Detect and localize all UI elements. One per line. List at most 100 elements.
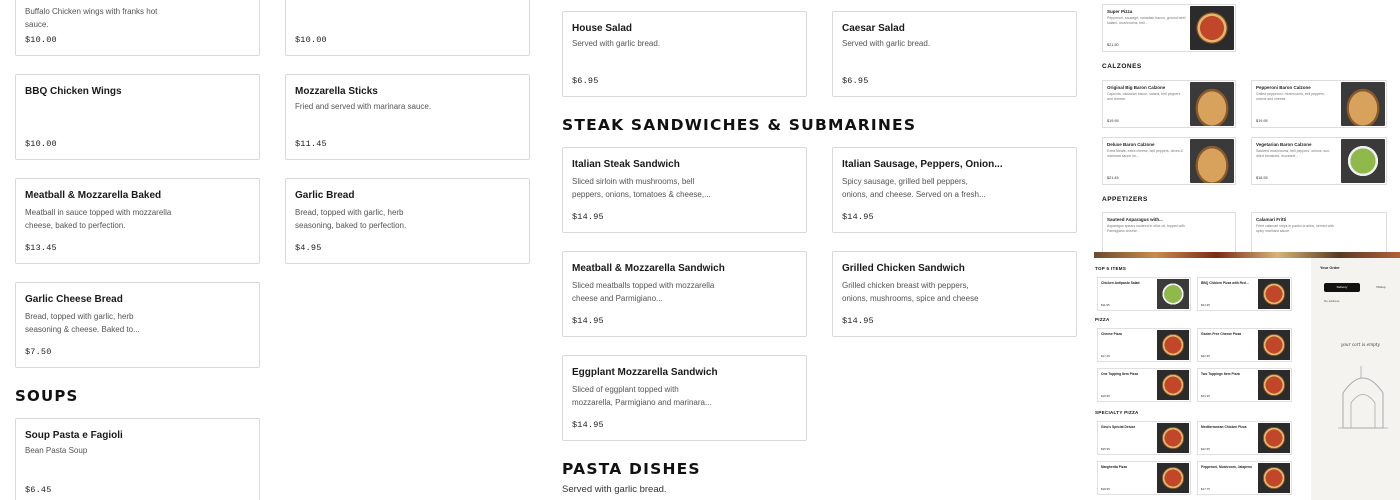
menu-item-card[interactable]: Sauteed Asparagus with... Asparagus spea… bbox=[1102, 212, 1236, 252]
menu-item-card[interactable]: One Topping Item Pizza $18.95 bbox=[1097, 368, 1191, 402]
menu-item-card[interactable]: House Salad Served with garlic bread. $6… bbox=[562, 11, 807, 97]
menu-item-card[interactable]: Mozzarella Sticks Fried and served with … bbox=[285, 74, 530, 160]
item-name: Margherita Pizza bbox=[1101, 465, 1128, 469]
menu-item-card[interactable]: Caesar Salad Served with garlic bread. $… bbox=[832, 11, 1077, 97]
pizza-image bbox=[1157, 370, 1189, 400]
item-name: Vegetarian Baron Calzone bbox=[1256, 142, 1312, 147]
calzone-image bbox=[1341, 82, 1385, 126]
menu-item-card[interactable]: Cheese Pizza $17.45 bbox=[1097, 328, 1191, 362]
item-price: $14.95 bbox=[572, 316, 604, 326]
item-description: Meatball in sauce topped with mozzarella… bbox=[25, 208, 172, 230]
item-price: $22.95 bbox=[1201, 354, 1210, 358]
section-title-pizza: PIZZA bbox=[1095, 317, 1110, 322]
pizza-image bbox=[1258, 463, 1290, 493]
pizza-image bbox=[1258, 370, 1290, 400]
item-description: Buffalo Chicken wings with franks hot sa… bbox=[25, 7, 158, 29]
item-description: Spicy sausage, grilled bell peppers, oni… bbox=[842, 177, 986, 199]
menu-item-card[interactable]: Pepperoni, Mushroom, Jalapeno $17.75 bbox=[1197, 461, 1292, 495]
item-price: $6.95 bbox=[842, 76, 869, 86]
pickup-toggle-button[interactable]: Pickup bbox=[1363, 283, 1399, 292]
menu-item-card[interactable]: Gino's Special Deluxe $25.95 bbox=[1097, 421, 1191, 455]
item-price: $11.45 bbox=[295, 139, 327, 149]
menu-item-card[interactable]: Meatball & Mozzarella Baked Meatball in … bbox=[15, 178, 260, 264]
item-description: Served with garlic bread. bbox=[572, 39, 661, 48]
menu-item-card[interactable]: Mediterranean Chicken Pizza $22.95 bbox=[1197, 421, 1292, 455]
item-price: $4.95 bbox=[295, 243, 322, 253]
menu-item-card[interactable]: Buffalo Chicken wings with franks hot sa… bbox=[15, 0, 260, 56]
menu-item-card[interactable]: Meatball & Mozzarella Sandwich Sliced me… bbox=[562, 251, 807, 337]
menu-item-card[interactable]: Gluten Free Cheese Pizza $22.95 bbox=[1197, 328, 1292, 362]
menu-item-card[interactable]: Two Toppings Item Pizza $21.95 bbox=[1197, 368, 1292, 402]
item-description: Bread, topped with garlic, herb seasonin… bbox=[295, 208, 407, 230]
item-name: Eggplant Mozzarella Sandwich bbox=[572, 367, 718, 378]
item-description: Served with garlic bread. bbox=[842, 39, 931, 48]
salad-image bbox=[1157, 279, 1189, 309]
menu-item-card[interactable]: Eggplant Mozzarella Sandwich Sliced of e… bbox=[562, 355, 807, 441]
item-name: Chicken Antipasto Salad bbox=[1101, 281, 1140, 285]
pizza-oven-illustration bbox=[1338, 366, 1388, 429]
item-price: $13.45 bbox=[25, 243, 57, 253]
item-price: $14.95 bbox=[842, 316, 874, 326]
item-price: $7.50 bbox=[25, 347, 52, 357]
menu-item-card[interactable]: Deluxe Baron Calzone Extra Meats, extra … bbox=[1102, 137, 1236, 185]
item-description: Grilled pepperoni, mushrooms, bell peppe… bbox=[1256, 92, 1325, 101]
item-name: Gino's Special Deluxe bbox=[1101, 425, 1136, 429]
menu-item-card[interactable]: Original Big Baron Calzone Capicola, can… bbox=[1102, 80, 1236, 128]
item-description: Fried calamari strips in panko crumbs, s… bbox=[1256, 224, 1334, 233]
menu-item-card[interactable]: Garlic Bread Bread, topped with garlic, … bbox=[285, 178, 530, 264]
item-description: Bread, topped with garlic, herb seasonin… bbox=[25, 312, 140, 334]
menu-item-card[interactable]: Italian Sausage, Peppers, Onion... Spicy… bbox=[832, 147, 1077, 233]
menu-item-card[interactable]: Vegetarian Baron Calzone Sauteed mushroo… bbox=[1251, 137, 1387, 185]
item-description: Sliced of eggplant topped with mozzarell… bbox=[572, 385, 712, 407]
item-description: Asparagus spears sauteed in olive oil, t… bbox=[1107, 224, 1185, 233]
calzone-image bbox=[1190, 139, 1234, 183]
section-title-pasta-dishes: PASTA DISHES bbox=[562, 460, 701, 478]
menu-item-card[interactable]: $10.00 bbox=[285, 0, 530, 56]
delivery-toggle-button[interactable]: Delivery bbox=[1324, 283, 1360, 292]
item-description: Extra Meats, extra cheese, bell peppers,… bbox=[1107, 149, 1183, 158]
menu-item-card[interactable]: Calamari Fritti Fried calamari strips in… bbox=[1251, 212, 1387, 252]
item-name: Garlic Bread bbox=[295, 190, 355, 201]
item-description: Sliced sirloin with mushrooms, bell pepp… bbox=[572, 177, 711, 199]
menu-item-card[interactable]: Super Pizza Pepperoni, sausage, canadian… bbox=[1102, 4, 1236, 52]
pizza-image bbox=[1157, 463, 1189, 493]
item-description: Pepperoni, sausage, canadian bacon, grou… bbox=[1107, 16, 1187, 25]
item-name: BBQ Chicken Pizza with Red... bbox=[1201, 281, 1249, 285]
order-title: Your Order bbox=[1320, 266, 1340, 270]
item-price: $6.45 bbox=[25, 485, 52, 495]
item-price: $19.95 bbox=[1107, 119, 1119, 123]
menu-item-card[interactable]: Pepperoni Baron Calzone Grilled pepperon… bbox=[1251, 80, 1387, 128]
item-description: Capicola, canadian bacon, salami, bell p… bbox=[1107, 92, 1181, 101]
section-title-specialty-pizza: SPECIALTY PIZZA bbox=[1095, 410, 1139, 415]
pizza-image bbox=[1157, 423, 1189, 453]
section-title-soups: SOUPS bbox=[15, 387, 79, 405]
item-price: $25.95 bbox=[1101, 447, 1110, 451]
item-name: Calamari Fritti bbox=[1256, 217, 1287, 222]
menu-item-card[interactable]: BBQ Chicken Wings $10.00 bbox=[15, 74, 260, 160]
item-price: $21.45 bbox=[1107, 176, 1119, 180]
calzone-image bbox=[1190, 82, 1234, 126]
item-name: BBQ Chicken Wings bbox=[25, 86, 122, 97]
item-price: $14.95 bbox=[572, 212, 604, 222]
calzone-image bbox=[1341, 139, 1385, 183]
item-name: Mediterranean Chicken Pizza bbox=[1201, 425, 1247, 429]
menu-item-card[interactable]: Chicken Antipasto Salad $11.95 bbox=[1097, 277, 1191, 311]
item-price: $14.95 bbox=[842, 212, 874, 222]
item-price: $21.50 bbox=[1107, 43, 1119, 47]
item-price: $17.75 bbox=[1201, 487, 1210, 491]
item-description: Sauteed mushrooms, bell peppers, onions,… bbox=[1256, 149, 1331, 158]
item-name: Pepperoni, Mushroom, Jalapeno bbox=[1201, 465, 1252, 469]
item-price: $10.00 bbox=[25, 35, 57, 45]
menu-item-card[interactable]: Italian Steak Sandwich Sliced sirloin wi… bbox=[562, 147, 807, 233]
empty-cart-text: your cart is empty bbox=[1341, 342, 1380, 347]
menu-item-card[interactable]: Garlic Cheese Bread Bread, topped with g… bbox=[15, 282, 260, 368]
menu-item-card[interactable]: Grilled Chicken Sandwich Grilled chicken… bbox=[832, 251, 1077, 337]
menu-item-card[interactable]: BBQ Chicken Pizza with Red... $21.95 bbox=[1197, 277, 1292, 311]
item-price: $19.95 bbox=[1256, 119, 1268, 123]
pizza-image bbox=[1157, 330, 1189, 360]
section-title-steak-sandwiches: STEAK SANDWICHES & SUBMARINES bbox=[562, 116, 917, 134]
item-price: $21.95 bbox=[1201, 394, 1210, 398]
item-price: $18.95 bbox=[1256, 176, 1268, 180]
menu-item-card[interactable]: Margherita Pizza $18.95 bbox=[1097, 461, 1191, 495]
menu-item-card[interactable]: Soup Pasta e Fagioli Bean Pasta Soup $6.… bbox=[15, 418, 260, 500]
